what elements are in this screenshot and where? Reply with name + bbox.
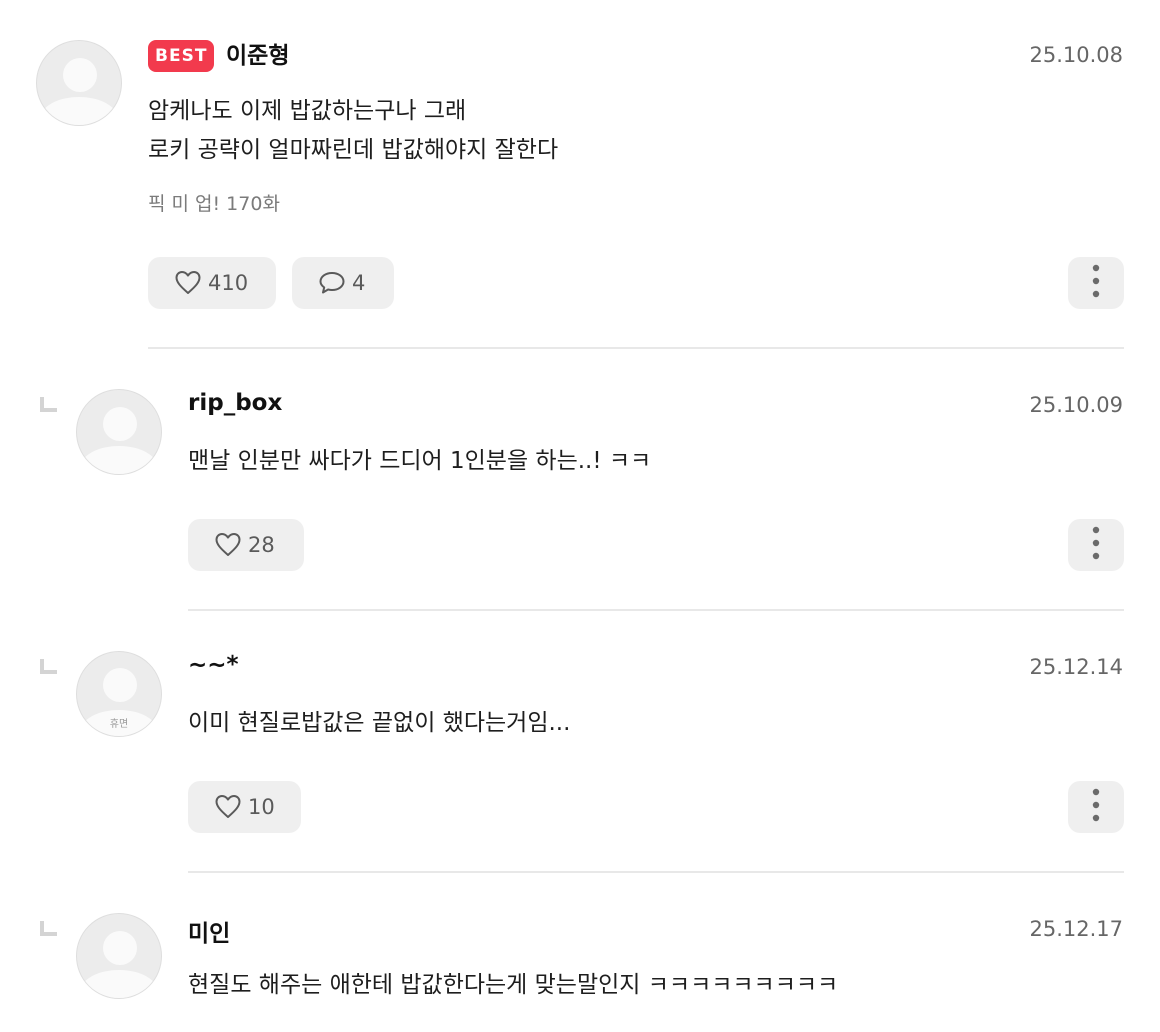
comment-date: 25.12.17 (1029, 917, 1123, 941)
comment-date: 25.10.08 (1029, 43, 1123, 67)
divider (148, 347, 1124, 349)
avatar[interactable] (76, 913, 162, 999)
like-count: 10 (248, 795, 275, 819)
avatar[interactable] (76, 389, 162, 475)
reply-comment-item: 휴면 ~~* 25.12.14 이미 현질로밥값은 끝없이 했다는거임... 1… (0, 612, 1160, 874)
reply-count: 4 (352, 271, 366, 295)
username[interactable]: ~~* (188, 652, 239, 678)
more-options-button[interactable] (1068, 781, 1124, 833)
best-badge: BEST (148, 40, 215, 72)
avatar[interactable] (36, 40, 122, 126)
username[interactable]: rip_box (188, 390, 282, 416)
username[interactable]: 이준형 (226, 40, 289, 72)
heart-icon (214, 794, 242, 820)
episode-link[interactable]: 픽 미 업! 170화 (148, 189, 280, 216)
comment-text-line: 맨날 인분만 싸다가 드디어 1인분을 하는..! ㅋㅋ (188, 448, 652, 474)
avatar[interactable]: 휴면 (76, 651, 162, 737)
comment-text-line: 암케나도 이제 밥값하는구나 그래 (148, 98, 467, 124)
divider (188, 871, 1124, 873)
reply-corner-icon (40, 659, 57, 674)
comment-text-line: 현질도 해주는 애한테 밥값한다는게 맞는말인지 ㅋㅋㅋㅋㅋㅋㅋㅋㅋ (188, 972, 839, 998)
speech-bubble-icon (318, 270, 346, 296)
heart-icon (174, 270, 202, 296)
reply-corner-icon (40, 921, 57, 936)
heart-icon (214, 532, 242, 558)
comment-text-line: 이미 현질로밥값은 끝없이 했다는거임... (188, 710, 571, 736)
like-button[interactable]: 10 (188, 781, 301, 833)
more-options-button[interactable] (1068, 257, 1124, 309)
like-count: 410 (208, 271, 249, 295)
like-count: 28 (248, 533, 275, 557)
vertical-ellipsis-icon (1092, 526, 1100, 564)
reply-comment-item: rip_box 25.10.09 맨날 인분만 싸다가 드디어 1인분을 하는.… (0, 350, 1160, 612)
more-options-button[interactable] (1068, 519, 1124, 571)
dormant-label: 휴면 (109, 719, 129, 730)
reply-button[interactable]: 4 (292, 257, 394, 309)
vertical-ellipsis-icon (1092, 264, 1100, 302)
reply-comment-item: 미인 25.12.17 현질도 해주는 애한테 밥값한다는게 맞는말인지 ㅋㅋㅋ… (0, 874, 1160, 1032)
reply-corner-icon (40, 397, 57, 412)
like-button[interactable]: 410 (148, 257, 276, 309)
username[interactable]: 미인 (188, 914, 230, 948)
comment-date: 25.10.09 (1029, 393, 1123, 417)
like-button[interactable]: 28 (188, 519, 304, 571)
comment-text-line: 로키 공략이 얼마짜린데 밥값해야지 잘한다 (148, 137, 559, 163)
comment-date: 25.12.14 (1029, 655, 1123, 679)
comment-item: BEST 이준형 25.10.08 암케나도 이제 밥값하는구나 그래 로키 공… (0, 0, 1160, 350)
vertical-ellipsis-icon (1092, 788, 1100, 826)
divider (188, 609, 1124, 611)
